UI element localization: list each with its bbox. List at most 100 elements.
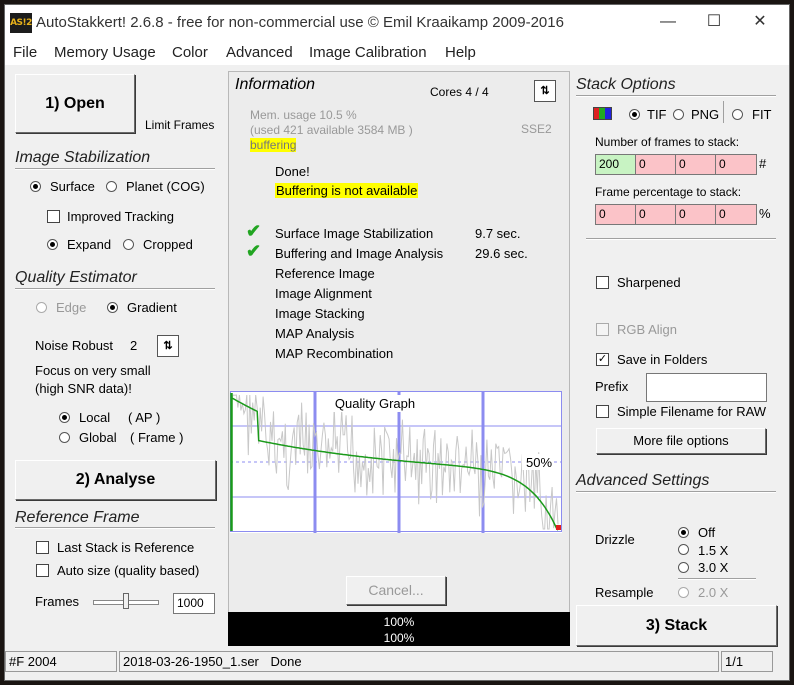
- quality-graph-percent: 50%: [526, 455, 552, 470]
- frame-percentage-input-1[interactable]: 0: [595, 204, 637, 225]
- png-radio[interactable]: [673, 109, 684, 120]
- drizzle-off-radio[interactable]: [678, 527, 689, 538]
- prefix-input[interactable]: [646, 373, 767, 402]
- drizzle-off-label: Off: [698, 525, 716, 540]
- buffering-badge: buffering: [250, 138, 297, 152]
- planet-radio[interactable]: [106, 181, 117, 192]
- buffer-warning: Buffering is not available: [275, 183, 419, 198]
- step-label: Surface Image Stabilization: [275, 226, 434, 241]
- done-label: Done!: [275, 164, 310, 179]
- sharpened-label: Sharpened: [617, 275, 681, 290]
- step-time: 29.6 sec.: [475, 246, 528, 261]
- cropped-radio[interactable]: [123, 239, 134, 250]
- maximize-button[interactable]: ☐: [691, 5, 737, 39]
- simple-filename-checkbox[interactable]: [596, 405, 609, 418]
- open-button[interactable]: 1) Open: [15, 74, 135, 133]
- frame-percentage-input-4[interactable]: 0: [715, 204, 757, 225]
- noise-robust-label: Noise Robust: [35, 338, 114, 353]
- up-down-arrow-icon: ⇅: [163, 340, 173, 352]
- tif-label: TIF: [647, 107, 667, 122]
- analyse-button[interactable]: 2) Analyse: [15, 460, 216, 500]
- title-bar: AS!2 AutoStakkert! 2.6.8 - free for non-…: [5, 5, 789, 41]
- frame-percentage-suffix: %: [759, 206, 771, 221]
- planet-label: Planet (COG): [126, 179, 205, 194]
- step-label: Reference Image: [275, 266, 375, 281]
- frame-percentage-label: Frame percentage to stack:: [595, 185, 742, 199]
- save-in-folders-label: Save in Folders: [617, 352, 708, 367]
- divider: [15, 288, 215, 290]
- memory-usage-label: Mem. usage 10.5 %: [250, 108, 357, 122]
- menu-help[interactable]: Help: [445, 44, 476, 61]
- local-radio[interactable]: [59, 412, 70, 423]
- frames-to-stack-input-2[interactable]: 0: [635, 154, 677, 175]
- focus-hint-line2: (high SNR data)!: [35, 381, 132, 396]
- drizzle-1-5x-radio[interactable]: [678, 544, 689, 555]
- surface-label: Surface: [50, 179, 95, 194]
- step-label: MAP Analysis: [275, 326, 355, 341]
- local-ap-label: ( AP ): [128, 410, 161, 425]
- save-in-folders-checkbox[interactable]: ✓: [596, 353, 609, 366]
- improved-tracking-checkbox[interactable]: [47, 210, 60, 223]
- menu-advanced[interactable]: Advanced: [226, 44, 293, 61]
- local-label: Local: [79, 410, 111, 425]
- menu-file[interactable]: File: [13, 44, 37, 61]
- status-state: Done: [270, 654, 302, 669]
- step-label: Image Alignment: [275, 286, 372, 301]
- frames-to-stack-input-4[interactable]: 0: [715, 154, 757, 175]
- step-label: MAP Recombination: [275, 346, 394, 361]
- menu-color[interactable]: Color: [172, 44, 208, 61]
- reference-frame-title: Reference Frame: [15, 509, 140, 526]
- drizzle-3x-radio[interactable]: [678, 562, 689, 573]
- auto-size-label: Auto size (quality based): [57, 563, 200, 578]
- edge-label: Edge: [56, 300, 87, 315]
- sharpened-checkbox[interactable]: [596, 276, 609, 289]
- window-title: AutoStakkert! 2.6.8 - free for non-comme…: [36, 14, 564, 31]
- frames-to-stack-input-1[interactable]: 200: [595, 154, 637, 175]
- fit-radio[interactable]: [732, 109, 743, 120]
- drizzle-1-5x-label: 1.5 X: [698, 543, 729, 558]
- frame-percentage-input-2[interactable]: 0: [635, 204, 677, 225]
- last-stack-reference-label: Last Stack is Reference: [57, 540, 195, 555]
- noise-robust-spinner[interactable]: ⇅: [157, 335, 179, 357]
- resample-2x-radio[interactable]: [678, 587, 689, 598]
- stack-options-title: Stack Options: [576, 76, 676, 93]
- focus-hint-line1: Focus on very small: [35, 363, 151, 378]
- more-file-options-button[interactable]: More file options: [596, 428, 766, 454]
- menu-memory-usage[interactable]: Memory Usage: [54, 44, 156, 61]
- global-frame-label: ( Frame ): [130, 430, 184, 445]
- global-radio[interactable]: [59, 432, 70, 443]
- status-file-name: 2018-03-26-1950_1.ser: [123, 654, 259, 669]
- expand-radio[interactable]: [47, 239, 58, 250]
- cores-label: Cores 4 / 4: [430, 85, 489, 99]
- stack-button[interactable]: 3) Stack: [576, 605, 777, 646]
- up-down-arrow-icon: ⇅: [540, 85, 550, 97]
- gradient-label: Gradient: [127, 300, 177, 315]
- frames-to-stack-input-3[interactable]: 0: [675, 154, 717, 175]
- progress-bar: 100% 100%: [228, 612, 570, 646]
- resample-2x-label: 2.0 X: [698, 585, 729, 600]
- status-file: 2018-03-26-1950_1.ser Done: [119, 651, 719, 672]
- divider: [15, 168, 215, 170]
- app-logo-icon: AS!2: [10, 13, 32, 33]
- close-button[interactable]: ✕: [737, 5, 783, 39]
- tif-radio[interactable]: [629, 109, 640, 120]
- frame-percentage-input-3[interactable]: 0: [675, 204, 717, 225]
- progress-text-2: 100%: [383, 631, 415, 645]
- frames-input[interactable]: 1000: [173, 593, 215, 614]
- cores-spinner[interactable]: ⇅: [534, 80, 556, 102]
- edge-radio[interactable]: [36, 302, 47, 313]
- limit-frames-link[interactable]: Limit Frames: [145, 118, 214, 132]
- step-label: Image Stacking: [275, 306, 365, 321]
- step-time: 9.7 sec.: [475, 226, 521, 241]
- cancel-button[interactable]: Cancel...: [346, 576, 446, 605]
- gradient-radio[interactable]: [107, 302, 118, 313]
- rgb-align-checkbox[interactable]: [596, 323, 609, 336]
- status-page: 1/1: [721, 651, 773, 672]
- last-stack-reference-checkbox[interactable]: [36, 541, 49, 554]
- surface-radio[interactable]: [30, 181, 41, 192]
- menu-image-calibration[interactable]: Image Calibration: [309, 44, 427, 61]
- auto-size-checkbox[interactable]: [36, 564, 49, 577]
- drizzle-label: Drizzle: [595, 532, 635, 547]
- minimize-button[interactable]: —: [645, 5, 691, 39]
- frames-slider-handle[interactable]: [123, 593, 129, 609]
